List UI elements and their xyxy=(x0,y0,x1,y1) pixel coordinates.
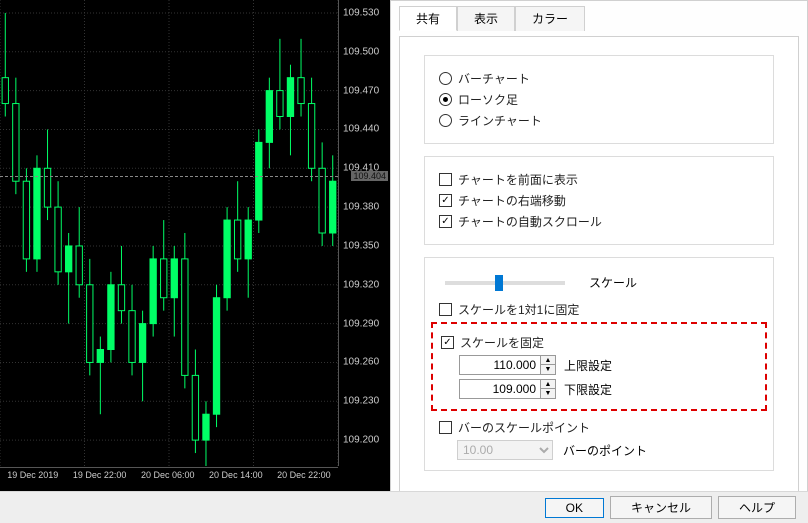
scale-slider-thumb[interactable] xyxy=(495,275,503,291)
label-fix-1to1: スケールを1対1に固定 xyxy=(458,301,579,318)
candlestick-chart: 109.404 109.530109.500109.470109.440109.… xyxy=(0,0,390,497)
label-line-chart: ラインチャート xyxy=(458,112,542,129)
bar-point-select[interactable]: 10.00 xyxy=(457,440,553,460)
tab-view[interactable]: 表示 xyxy=(457,6,515,31)
lower-limit-up-icon[interactable]: ▲ xyxy=(541,380,555,389)
checkbox-bar-scale-point[interactable] xyxy=(439,421,452,434)
lower-limit-down-icon[interactable]: ▼ xyxy=(541,389,555,398)
settings-panel: 共有 表示 カラー バーチャート ローソク足 ラインチャート チャートを前面に表… xyxy=(390,0,808,497)
bar-point-label: バーのポイント xyxy=(563,442,647,459)
checkbox-fix-scale[interactable] xyxy=(441,336,454,349)
upper-limit-up-icon[interactable]: ▲ xyxy=(541,356,555,365)
dialog-footer: OK キャンセル ヘルプ xyxy=(0,491,808,523)
chart-type-group: バーチャート ローソク足 ラインチャート xyxy=(424,55,774,144)
tab-share[interactable]: 共有 xyxy=(399,6,457,31)
fixed-scale-highlight: スケールを固定 ▲ ▼ 上限設定 ▲ ▼ xyxy=(431,322,767,411)
display-group: チャートを前面に表示 チャートの右端移動 チャートの自動スクロール xyxy=(424,156,774,245)
radio-line-chart[interactable] xyxy=(439,114,452,127)
checkbox-chart-foreground[interactable] xyxy=(439,173,452,186)
tab-color[interactable]: カラー xyxy=(515,6,585,31)
upper-limit-input[interactable] xyxy=(459,355,541,375)
label-chart-foreground: チャートを前面に表示 xyxy=(458,171,578,188)
scale-slider[interactable] xyxy=(445,281,565,285)
label-fix-scale: スケールを固定 xyxy=(460,334,544,351)
label-bar-chart: バーチャート xyxy=(458,70,530,87)
radio-bar-chart[interactable] xyxy=(439,72,452,85)
radio-candlestick[interactable] xyxy=(439,93,452,106)
label-chart-shift: チャートの右端移動 xyxy=(458,192,566,209)
upper-limit-label: 上限設定 xyxy=(564,357,612,374)
cancel-button[interactable]: キャンセル xyxy=(610,496,712,519)
lower-limit-input[interactable] xyxy=(459,379,541,399)
scale-group: スケール スケールを1対1に固定 スケールを固定 ▲ ▼ 上限設定 xyxy=(424,257,774,471)
upper-limit-down-icon[interactable]: ▼ xyxy=(541,365,555,374)
checkbox-chart-autoscroll[interactable] xyxy=(439,215,452,228)
scale-label: スケール xyxy=(589,274,637,291)
label-candlestick: ローソク足 xyxy=(458,91,518,108)
checkbox-fix-1to1[interactable] xyxy=(439,303,452,316)
lower-limit-label: 下限設定 xyxy=(564,381,612,398)
label-bar-scale-point: バーのスケールポイント xyxy=(458,419,590,436)
checkbox-chart-shift[interactable] xyxy=(439,194,452,207)
help-button[interactable]: ヘルプ xyxy=(718,496,796,519)
ok-button[interactable]: OK xyxy=(545,498,604,518)
label-chart-autoscroll: チャートの自動スクロール xyxy=(458,213,602,230)
